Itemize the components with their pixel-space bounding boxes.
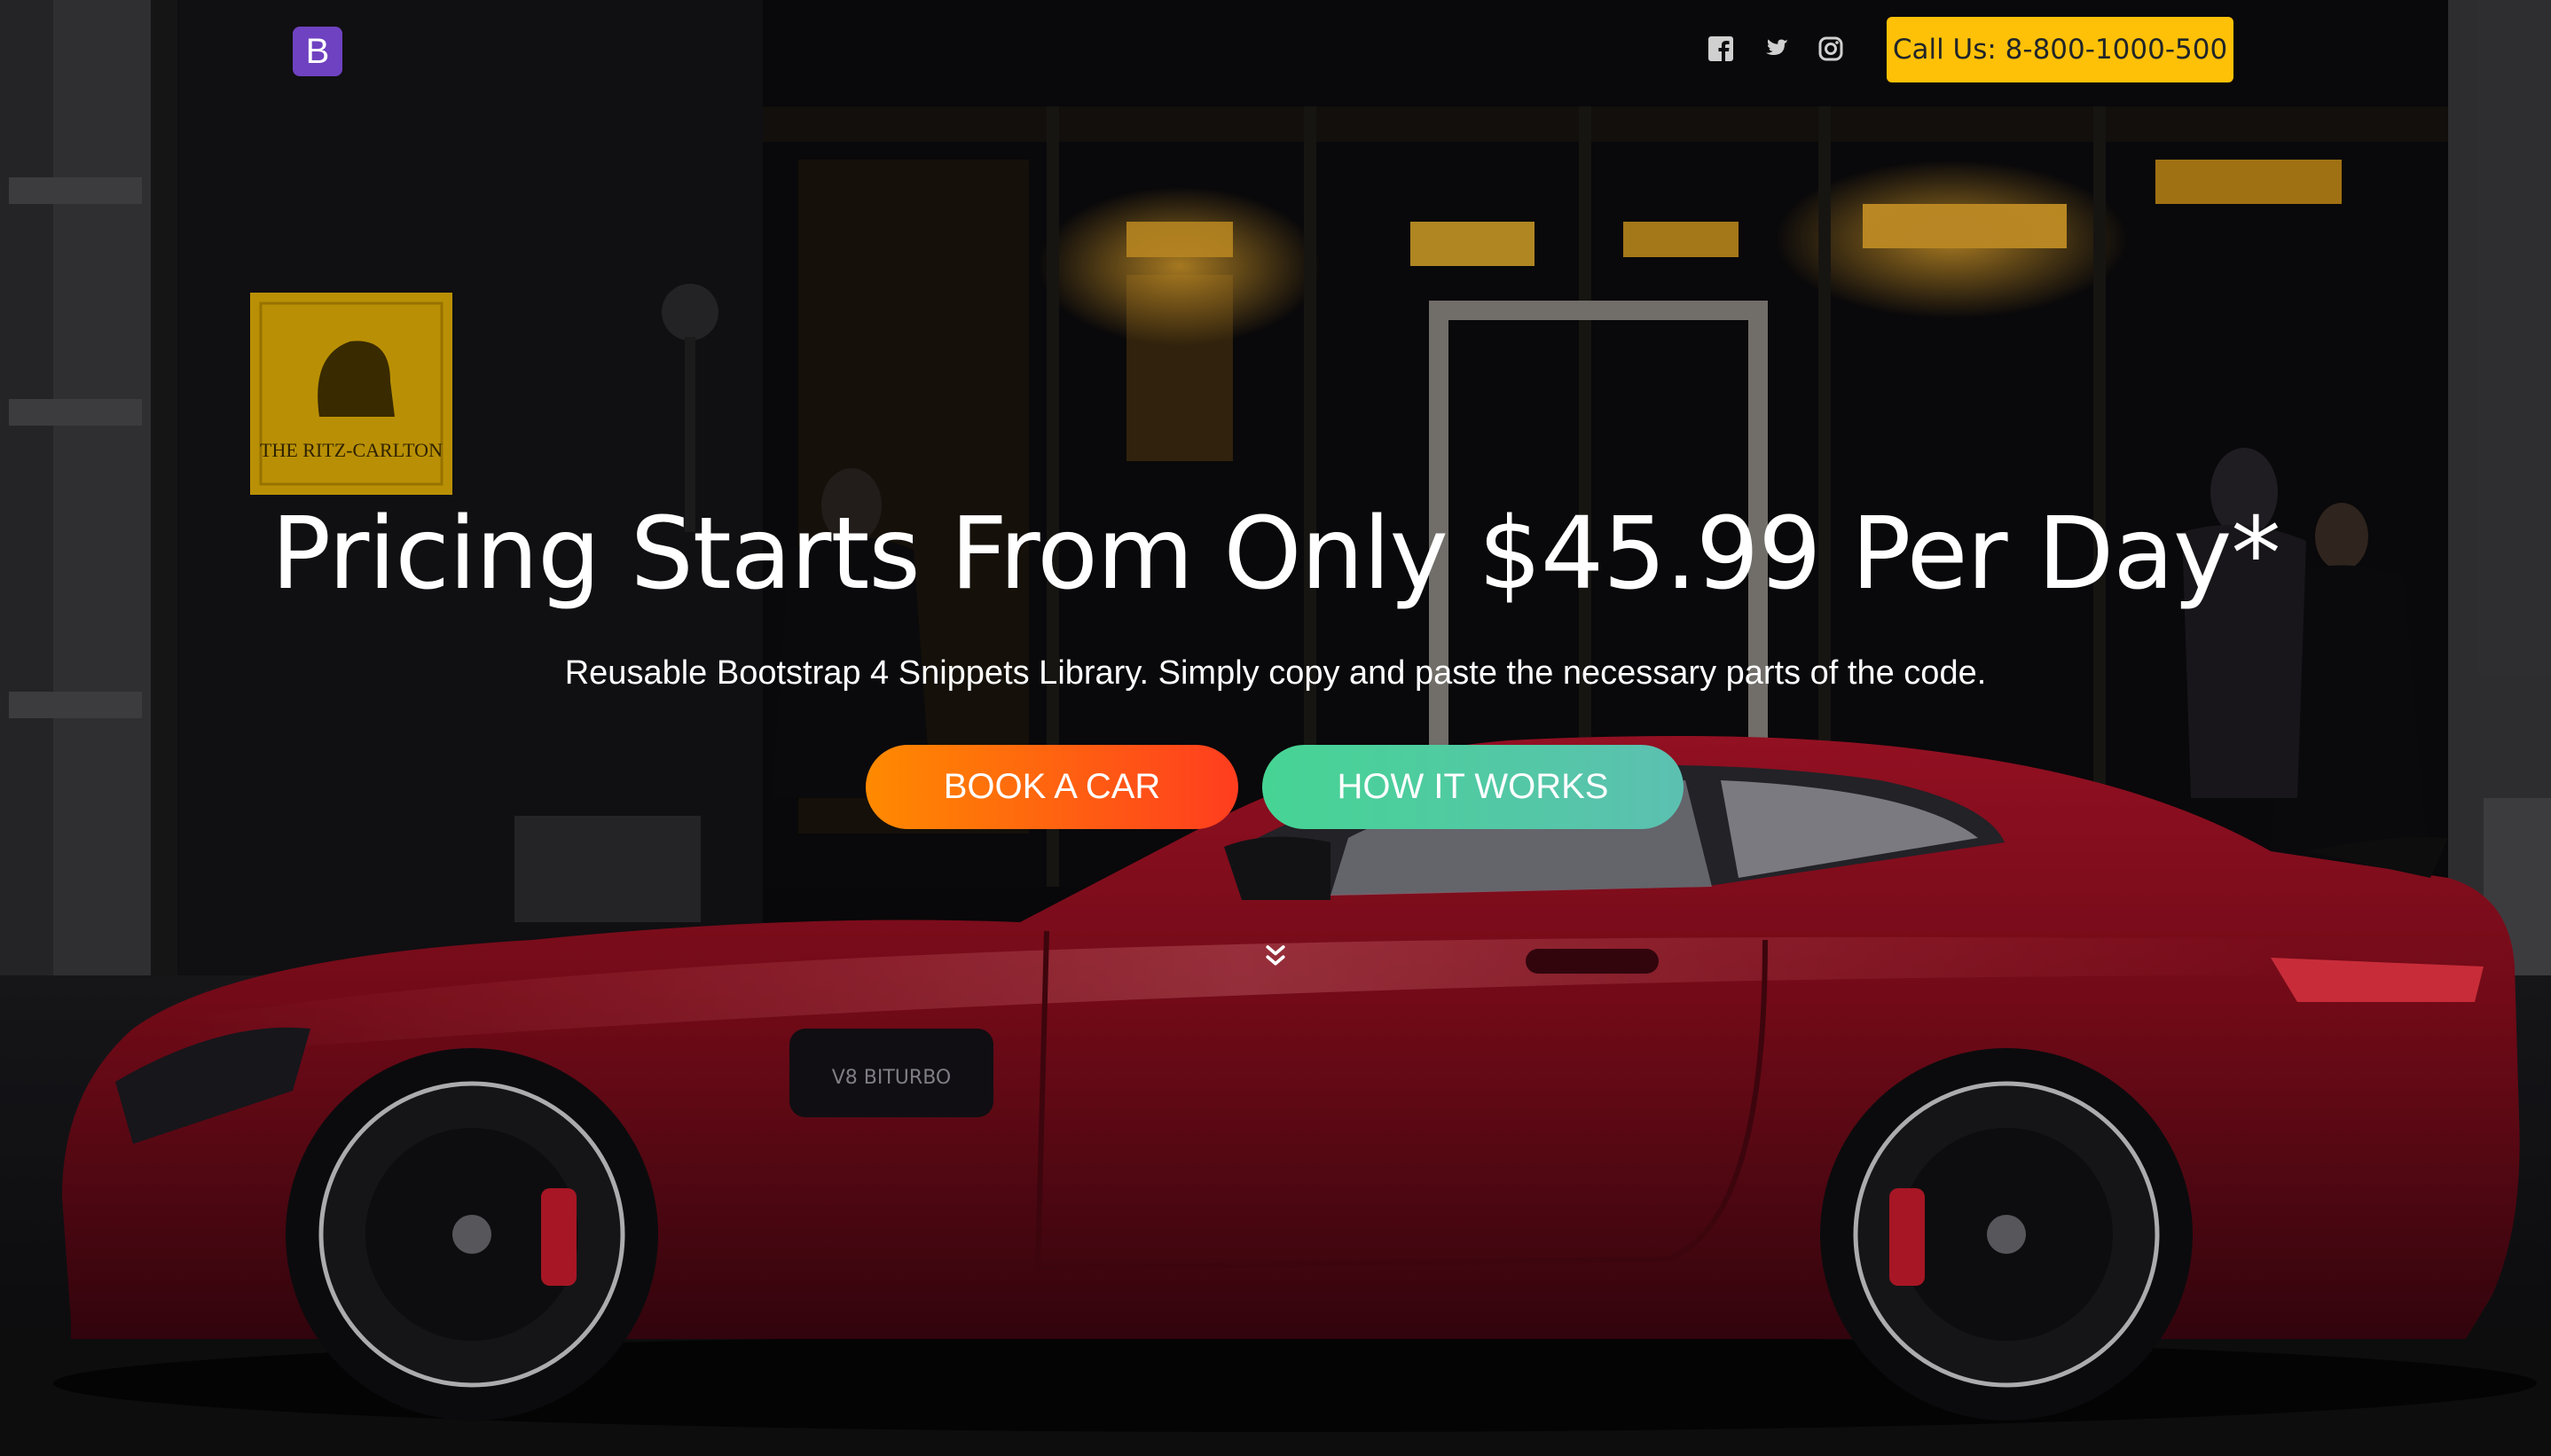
dark-overlay [0, 0, 2551, 1456]
brand-logo[interactable]: B [293, 27, 342, 76]
twitter-icon [1766, 39, 1788, 55]
hero-section: THE RITZ-CARLTON V8 BITURBO [0, 0, 2551, 1456]
facebook-link[interactable] [1706, 34, 1736, 64]
hero-subheadline: Reusable Bootstrap 4 Snippets Library. S… [564, 654, 1987, 692]
brand-letter: B [305, 31, 330, 71]
instagram-link[interactable] [1816, 34, 1846, 64]
call-us-button[interactable]: Call Us: 8-800-1000-500 [1887, 17, 2233, 82]
book-a-car-button[interactable]: BOOK A CAR [866, 745, 1238, 829]
how-it-works-button[interactable]: HOW IT WORKS [1262, 745, 1684, 829]
chevron-double-down-icon [1266, 945, 1285, 966]
instagram-icon [1818, 36, 1843, 61]
twitter-link[interactable] [1761, 34, 1791, 64]
call-us-label: Call Us: 8-800-1000-500 [1892, 34, 2228, 66]
facebook-icon [1708, 36, 1733, 61]
scroll-down-link[interactable] [1258, 938, 1293, 974]
how-it-works-label: HOW IT WORKS [1337, 767, 1609, 806]
hero-headline: Pricing Starts From Only $45.99 Per Day* [271, 497, 2281, 612]
book-a-car-label: BOOK A CAR [943, 767, 1161, 806]
